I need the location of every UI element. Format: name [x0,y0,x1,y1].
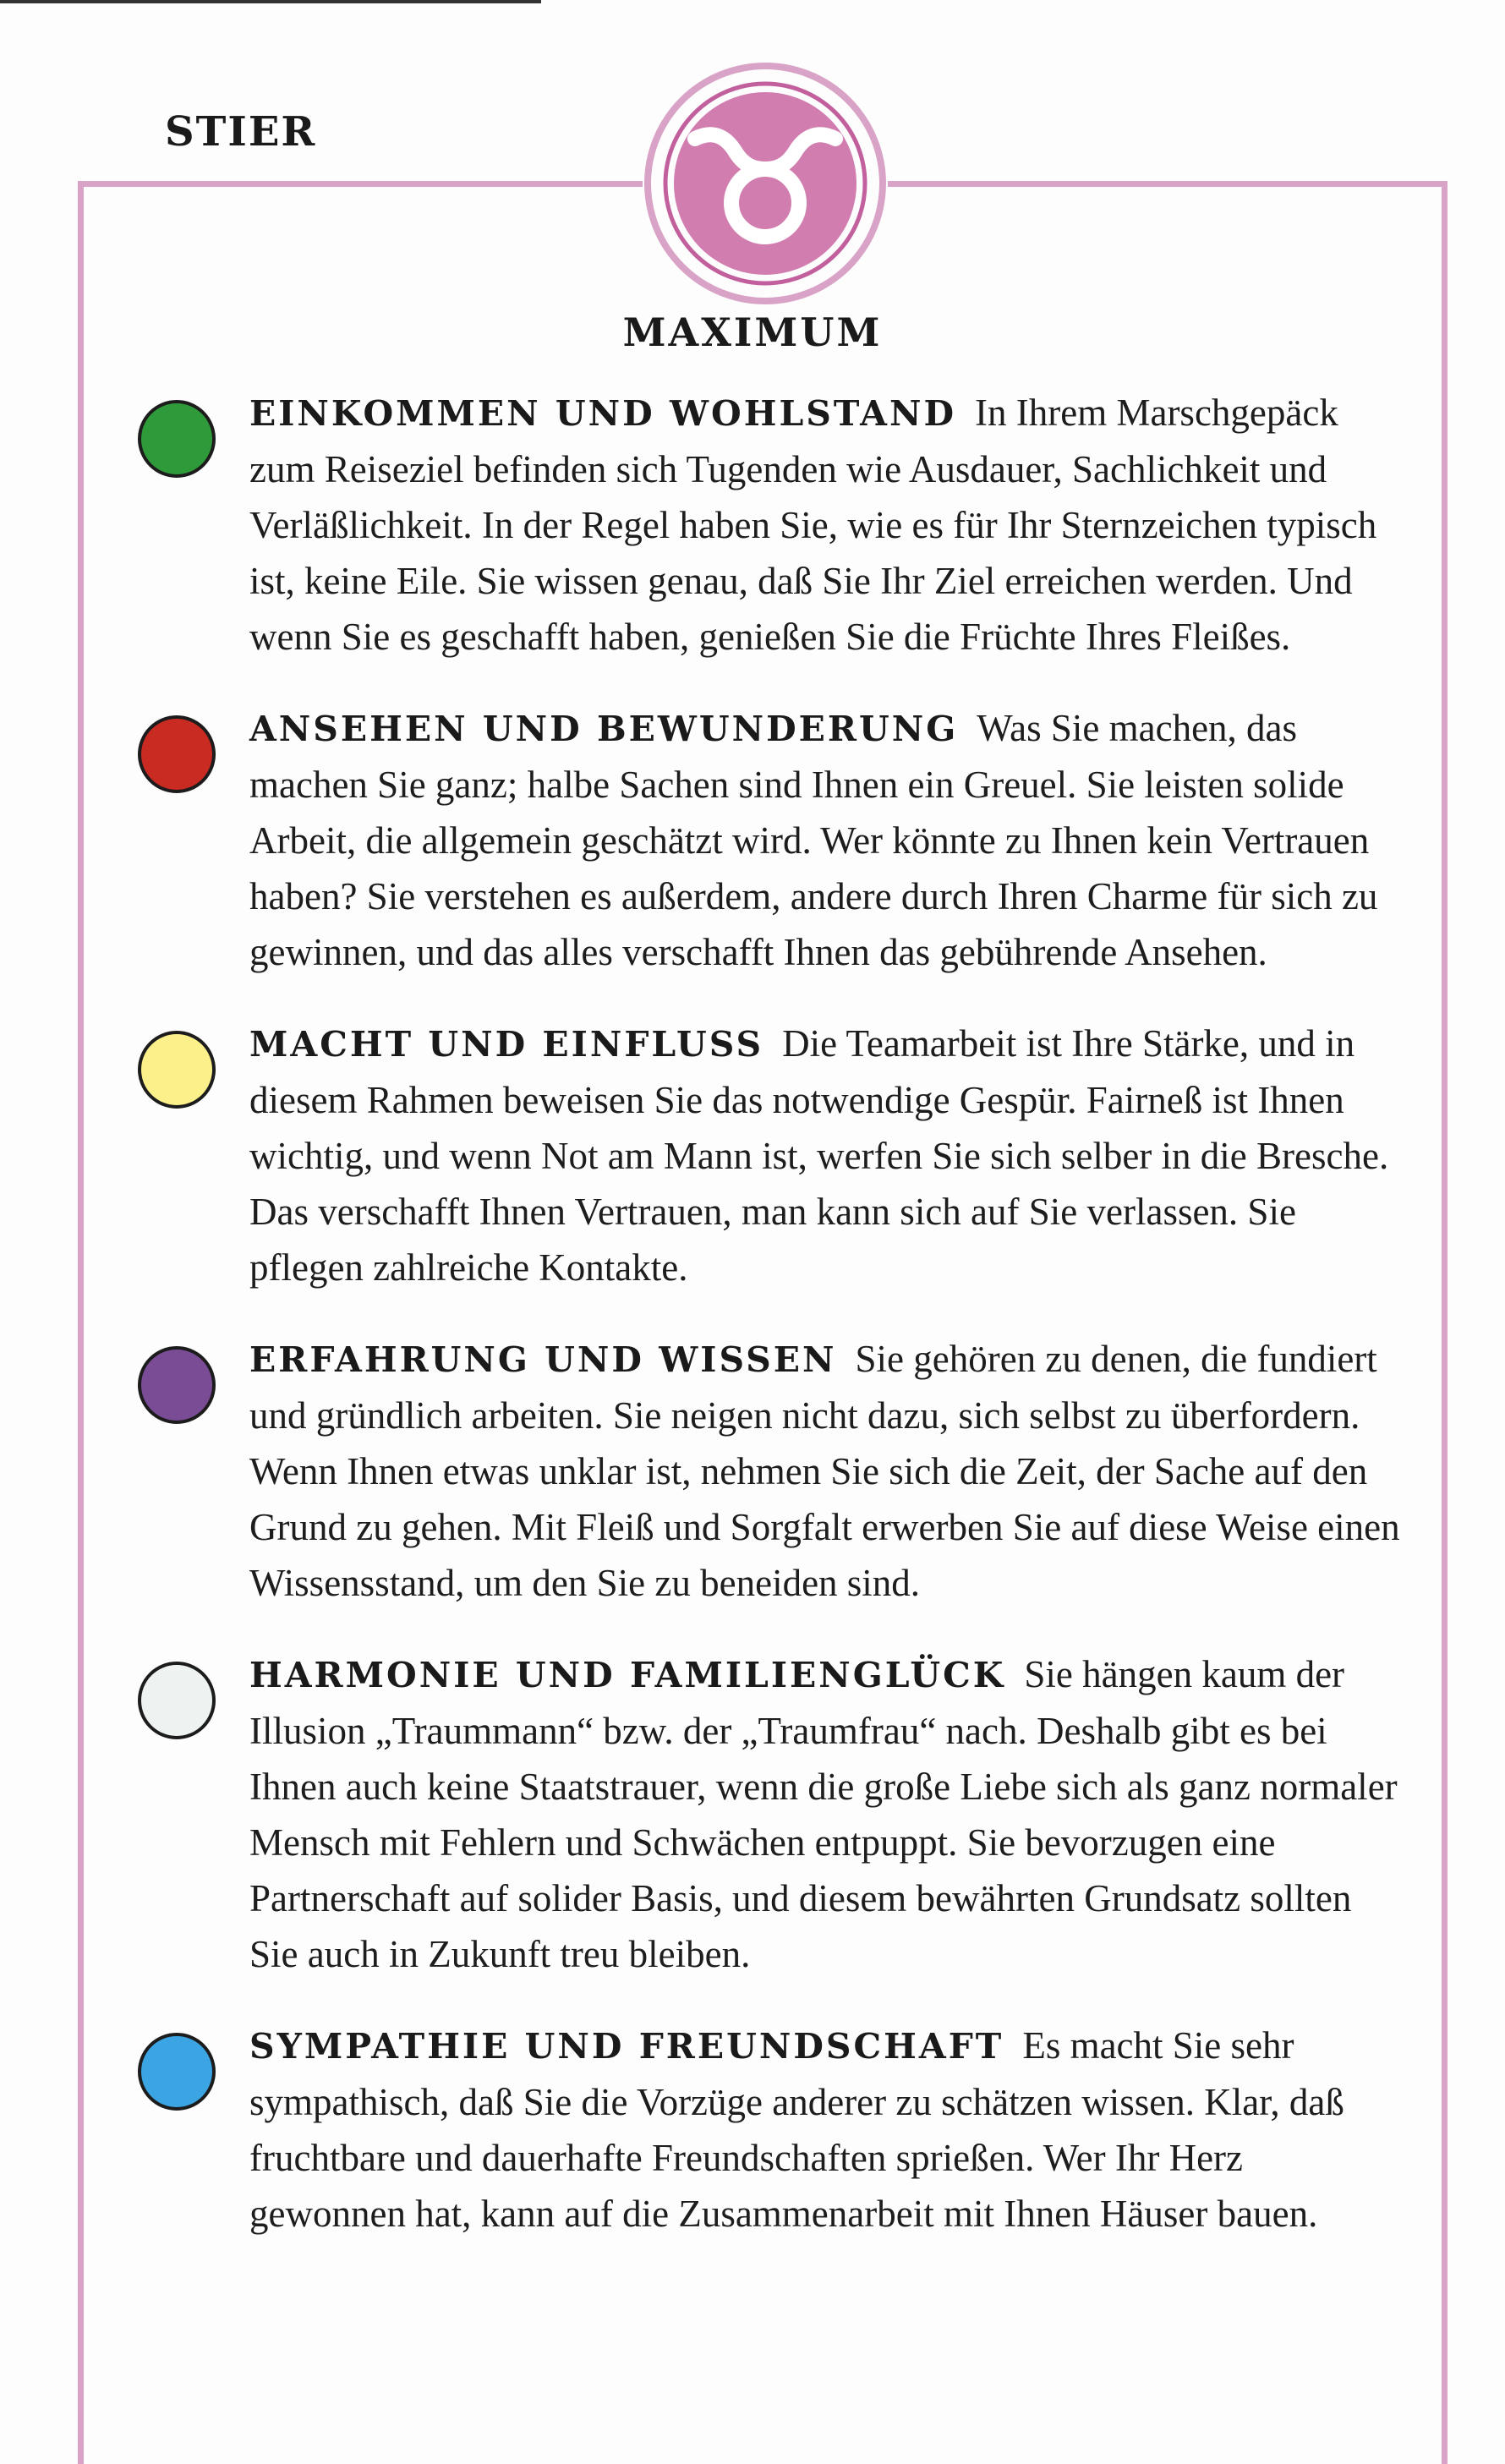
color-dot-purple [138,1346,216,1424]
entry-harmony: HARMONIE UND FAMILIENGLÜCK Sie hängen kau… [135,1646,1404,1982]
color-dot-red [138,715,216,793]
entry-body: Sie hängen kaum der Illusion „Traummann“… [249,1653,1398,1975]
entry-power: MACHT UND EINFLUSS Die Teamarbeit ist Ihr… [135,1016,1404,1295]
entry-text: SYMPATHIE UND FREUNDSCHAFT Es macht Sie s… [249,2018,1404,2242]
entry-text: ERFAHRUNG UND WISSEN Sie gehören zu denen… [249,1331,1404,1611]
entry-title: ANSEHEN UND BEWUNDERUNG [249,709,959,749]
taurus-zodiac-icon [644,63,886,304]
color-dot-blue [138,2033,216,2111]
entry-title: EINKOMMEN UND WOHLSTAND [249,393,957,434]
color-dot-green [138,400,216,478]
entry-text: EINKOMMEN UND WOHLSTAND In Ihrem Marschge… [249,385,1404,665]
entry-title: SYMPATHIE UND FREUNDSCHAFT [249,2026,1004,2067]
entry-title: HARMONIE UND FAMILIENGLÜCK [249,1655,1006,1695]
entry-text: MACHT UND EINFLUSS Die Teamarbeit ist Ihr… [249,1016,1404,1295]
entry-title: MACHT UND EINFLUSS [249,1024,764,1065]
entry-knowledge: ERFAHRUNG UND WISSEN Sie gehören zu denen… [135,1331,1404,1611]
page-heading: MAXIMUM [622,309,883,355]
entry-income: EINKOMMEN UND WOHLSTAND In Ihrem Marschge… [135,385,1404,665]
entry-title: ERFAHRUNG UND WISSEN [249,1339,837,1380]
color-dot-yellow [138,1031,216,1109]
entry-text: HARMONIE UND FAMILIENGLÜCK Sie hängen kau… [249,1646,1404,1982]
color-dot-white [138,1662,216,1739]
entry-reputation: ANSEHEN UND BEWUNDERUNG Was Sie machen, d… [135,700,1404,980]
entry-list: EINKOMMEN UND WOHLSTAND In Ihrem Marschge… [135,385,1404,2277]
top-rule [0,0,541,3]
entry-text: ANSEHEN UND BEWUNDERUNG Was Sie machen, d… [249,700,1404,980]
entry-friendship: SYMPATHIE UND FREUNDSCHAFT Es macht Sie s… [135,2018,1404,2242]
sign-name: STIER [165,108,317,156]
